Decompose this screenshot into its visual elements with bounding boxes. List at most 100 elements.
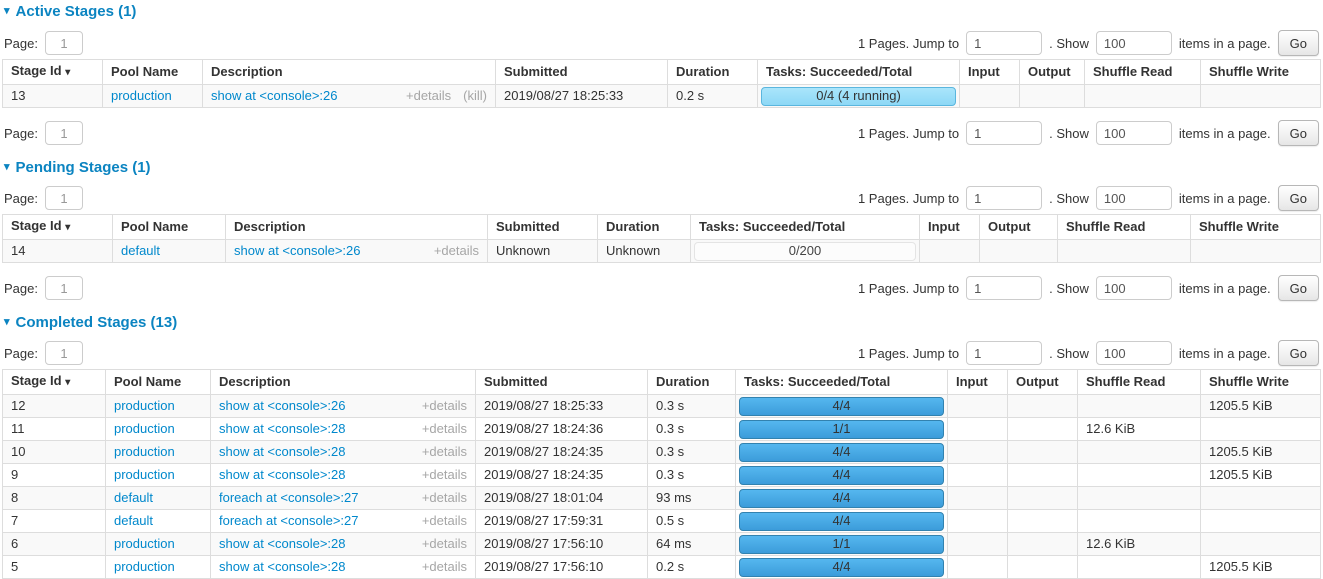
task-progress-bar: 1/1 bbox=[739, 535, 944, 554]
show-text: . Show bbox=[1049, 36, 1089, 51]
col-shuffle-write[interactable]: Shuffle Write bbox=[1201, 370, 1321, 395]
pool-name-link[interactable]: production bbox=[111, 88, 172, 103]
col-input[interactable]: Input bbox=[920, 215, 980, 240]
table-row: 10 production show at <console>:28 +deta… bbox=[3, 441, 1321, 464]
section-header-pending-stages[interactable]: ▾ Pending Stages (1) bbox=[4, 159, 1321, 176]
pool-name-link[interactable]: default bbox=[114, 513, 153, 528]
pool-name-link[interactable]: production bbox=[114, 398, 175, 413]
col-tasks[interactable]: Tasks: Succeeded/Total bbox=[691, 215, 920, 240]
col-shuffle-read[interactable]: Shuffle Read bbox=[1085, 60, 1201, 85]
pool-name-link[interactable]: default bbox=[114, 490, 153, 505]
pool-name-link[interactable]: production bbox=[114, 421, 175, 436]
col-submitted[interactable]: Submitted bbox=[476, 370, 648, 395]
items-per-page-input[interactable] bbox=[1096, 186, 1172, 210]
items-per-page-input[interactable] bbox=[1096, 276, 1172, 300]
table-row: 6 production show at <console>:28 +detai… bbox=[3, 533, 1321, 556]
go-button[interactable]: Go bbox=[1278, 185, 1319, 211]
kill-link[interactable]: (kill) bbox=[463, 88, 487, 104]
details-toggle[interactable]: +details bbox=[422, 490, 467, 506]
details-toggle[interactable]: +details bbox=[422, 559, 467, 575]
col-shuffle-read[interactable]: Shuffle Read bbox=[1058, 215, 1191, 240]
input-cell bbox=[948, 395, 1008, 418]
details-toggle[interactable]: +details bbox=[406, 88, 451, 104]
description-link[interactable]: show at <console>:28 bbox=[219, 444, 345, 460]
active-stages-table: Stage Id ▾ Pool Name Description Submitt… bbox=[2, 59, 1321, 108]
go-button[interactable]: Go bbox=[1278, 120, 1319, 146]
jump-to-page-input[interactable] bbox=[966, 341, 1042, 365]
jump-to-page-input[interactable] bbox=[966, 31, 1042, 55]
page-number-input[interactable] bbox=[45, 121, 83, 145]
description-link[interactable]: foreach at <console>:27 bbox=[219, 513, 359, 529]
col-stage-id[interactable]: Stage Id ▾ bbox=[3, 215, 113, 240]
col-input[interactable]: Input bbox=[960, 60, 1020, 85]
col-tasks[interactable]: Tasks: Succeeded/Total bbox=[736, 370, 948, 395]
description-link[interactable]: show at <console>:26 bbox=[211, 88, 337, 104]
col-stage-id[interactable]: Stage Id ▾ bbox=[3, 370, 106, 395]
col-output[interactable]: Output bbox=[980, 215, 1058, 240]
details-toggle[interactable]: +details bbox=[422, 444, 467, 460]
task-progress-bar: 4/4 bbox=[739, 489, 944, 508]
details-toggle[interactable]: +details bbox=[434, 243, 479, 259]
col-output[interactable]: Output bbox=[1008, 370, 1078, 395]
submitted-cell: 2019/08/27 18:25:33 bbox=[496, 85, 668, 108]
input-cell bbox=[948, 533, 1008, 556]
duration-cell: 0.3 s bbox=[648, 418, 736, 441]
col-duration[interactable]: Duration bbox=[648, 370, 736, 395]
go-button[interactable]: Go bbox=[1278, 275, 1319, 301]
section-header-active-stages[interactable]: ▾ Active Stages (1) bbox=[4, 3, 1321, 20]
col-output[interactable]: Output bbox=[1020, 60, 1085, 85]
description-link[interactable]: show at <console>:28 bbox=[219, 421, 345, 437]
description-link[interactable]: foreach at <console>:27 bbox=[219, 490, 359, 506]
col-shuffle-write[interactable]: Shuffle Write bbox=[1191, 215, 1321, 240]
items-per-page-input[interactable] bbox=[1096, 121, 1172, 145]
page-number-input[interactable] bbox=[45, 276, 83, 300]
description-link[interactable]: show at <console>:28 bbox=[219, 467, 345, 483]
col-shuffle-write[interactable]: Shuffle Write bbox=[1201, 60, 1321, 85]
shuffle-read-cell bbox=[1078, 510, 1201, 533]
col-description[interactable]: Description bbox=[203, 60, 496, 85]
description-link[interactable]: show at <console>:26 bbox=[219, 398, 345, 414]
go-button[interactable]: Go bbox=[1278, 340, 1319, 366]
shuffle-read-cell: 12.6 KiB bbox=[1078, 533, 1201, 556]
col-stage-id[interactable]: Stage Id ▾ bbox=[3, 60, 103, 85]
details-toggle[interactable]: +details bbox=[422, 513, 467, 529]
page-number-input[interactable] bbox=[45, 341, 83, 365]
details-toggle[interactable]: +details bbox=[422, 467, 467, 483]
jump-to-page-input[interactable] bbox=[966, 276, 1042, 300]
items-per-page-input[interactable] bbox=[1096, 31, 1172, 55]
col-submitted[interactable]: Submitted bbox=[488, 215, 598, 240]
page-number-input[interactable] bbox=[45, 186, 83, 210]
col-shuffle-read[interactable]: Shuffle Read bbox=[1078, 370, 1201, 395]
pool-name-link[interactable]: production bbox=[114, 559, 175, 574]
input-cell bbox=[948, 441, 1008, 464]
shuffle-write-cell: 1205.5 KiB bbox=[1201, 556, 1321, 579]
page-number-input[interactable] bbox=[45, 31, 83, 55]
details-toggle[interactable]: +details bbox=[422, 421, 467, 437]
jump-to-page-input[interactable] bbox=[966, 121, 1042, 145]
col-pool-name[interactable]: Pool Name bbox=[106, 370, 211, 395]
go-button[interactable]: Go bbox=[1278, 30, 1319, 56]
section-header-completed-stages[interactable]: ▾ Completed Stages (13) bbox=[4, 314, 1321, 331]
submitted-cell: 2019/08/27 17:56:10 bbox=[476, 556, 648, 579]
description-link[interactable]: show at <console>:26 bbox=[234, 243, 360, 259]
pool-name-link[interactable]: production bbox=[114, 467, 175, 482]
col-description[interactable]: Description bbox=[226, 215, 488, 240]
col-submitted[interactable]: Submitted bbox=[496, 60, 668, 85]
pool-name-link[interactable]: production bbox=[114, 444, 175, 459]
shuffle-read-cell: 12.6 KiB bbox=[1078, 418, 1201, 441]
col-duration[interactable]: Duration bbox=[668, 60, 758, 85]
pool-name-link[interactable]: production bbox=[114, 536, 175, 551]
pool-name-link[interactable]: default bbox=[121, 243, 160, 258]
section-title-text: Completed Stages (13) bbox=[16, 314, 178, 331]
col-description[interactable]: Description bbox=[211, 370, 476, 395]
jump-to-page-input[interactable] bbox=[966, 186, 1042, 210]
items-per-page-input[interactable] bbox=[1096, 341, 1172, 365]
items-text: items in a page. bbox=[1179, 346, 1271, 361]
col-duration[interactable]: Duration bbox=[598, 215, 691, 240]
col-tasks[interactable]: Tasks: Succeeded/Total bbox=[758, 60, 960, 85]
col-pool-name[interactable]: Pool Name bbox=[103, 60, 203, 85]
col-input[interactable]: Input bbox=[948, 370, 1008, 395]
description-link[interactable]: show at <console>:28 bbox=[219, 559, 345, 575]
col-pool-name[interactable]: Pool Name bbox=[113, 215, 226, 240]
details-toggle[interactable]: +details bbox=[422, 398, 467, 414]
